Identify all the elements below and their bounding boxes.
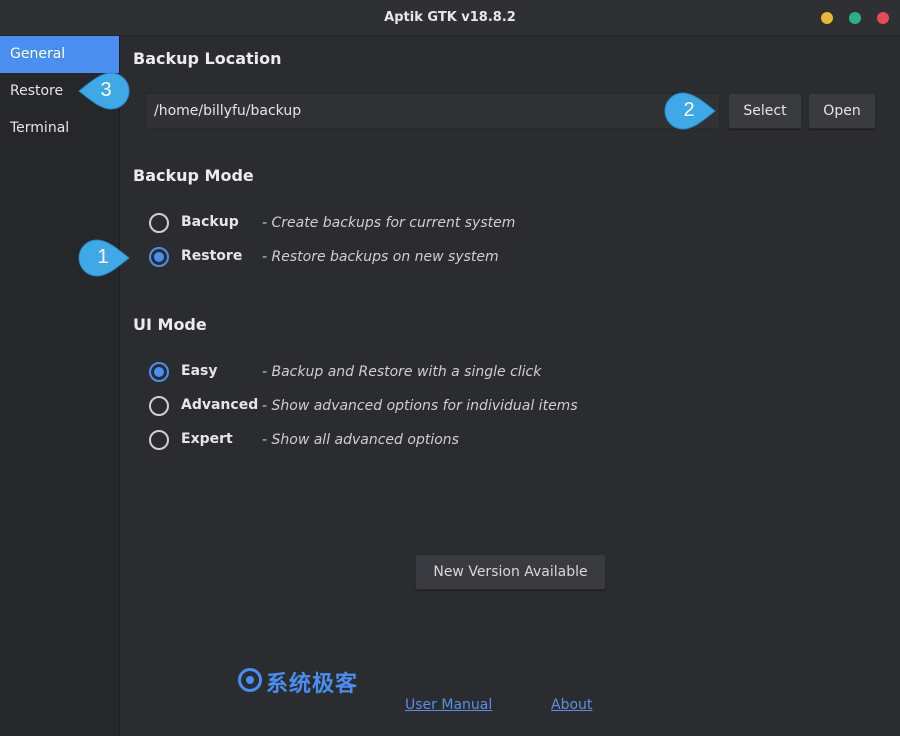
backup-mode-option-restore[interactable]: Restore - Restore backups on new system [149, 246, 649, 268]
backup-radio-label: Backup [181, 214, 239, 230]
restore-radio-description: - Restore backups on new system [262, 249, 499, 265]
callout-1-number: 1 [97, 246, 109, 268]
about-link[interactable]: About [551, 697, 592, 713]
minimize-button[interactable] [821, 12, 833, 24]
backup-radio[interactable] [149, 213, 169, 233]
ui-mode-heading: UI Mode [133, 315, 207, 334]
backup-location-heading: Backup Location [133, 49, 282, 68]
callout-3-number: 3 [100, 79, 112, 101]
backup-path-field[interactable]: /home/billyfu/backup [145, 93, 720, 129]
backup-mode-heading: Backup Mode [133, 166, 254, 185]
ui-mode-option-expert[interactable]: Expert - Show all advanced options [149, 429, 649, 451]
sidebar-item-terminal[interactable]: Terminal [0, 110, 119, 147]
callout-2: 2 [664, 92, 716, 130]
easy-radio-description: - Backup and Restore with a single click [262, 364, 542, 380]
advanced-radio-description: - Show advanced options for individual i… [262, 398, 578, 414]
user-manual-link[interactable]: User Manual [405, 697, 492, 713]
watermark: 系统极客 [238, 666, 378, 697]
expert-radio[interactable] [149, 430, 169, 450]
ui-mode-option-easy[interactable]: Easy - Backup and Restore with a single … [149, 361, 649, 383]
advanced-radio-label: Advanced [181, 397, 259, 413]
select-button[interactable]: Select [728, 93, 802, 129]
backup-mode-option-backup[interactable]: Backup - Create backups for current syst… [149, 212, 649, 234]
callout-1: 1 [78, 239, 130, 277]
sidebar-item-general[interactable]: General [0, 36, 119, 73]
easy-radio-label: Easy [181, 363, 218, 379]
new-version-button[interactable]: New Version Available [415, 554, 606, 590]
open-button[interactable]: Open [808, 93, 876, 129]
window-title: Aptik GTK v18.8.2 [384, 10, 516, 25]
expert-radio-description: - Show all advanced options [262, 432, 459, 448]
restore-radio-label: Restore [181, 248, 243, 264]
advanced-radio[interactable] [149, 396, 169, 416]
restore-radio[interactable] [149, 247, 169, 267]
main-panel: Backup Location /home/billyfu/backup Sel… [121, 36, 900, 736]
title-bar: Aptik GTK v18.8.2 [0, 0, 900, 36]
expert-radio-label: Expert [181, 431, 233, 447]
ui-mode-option-advanced[interactable]: Advanced - Show advanced options for ind… [149, 395, 649, 417]
backup-radio-description: - Create backups for current system [262, 215, 516, 231]
callout-2-number: 2 [683, 99, 695, 121]
callout-3: 3 [78, 72, 130, 110]
maximize-button[interactable] [849, 12, 861, 24]
sidebar: General Restore Terminal [0, 36, 120, 736]
watermark-logo-icon [238, 668, 262, 692]
close-button[interactable] [877, 12, 889, 24]
easy-radio[interactable] [149, 362, 169, 382]
watermark-text: 系统极客 [266, 672, 359, 697]
